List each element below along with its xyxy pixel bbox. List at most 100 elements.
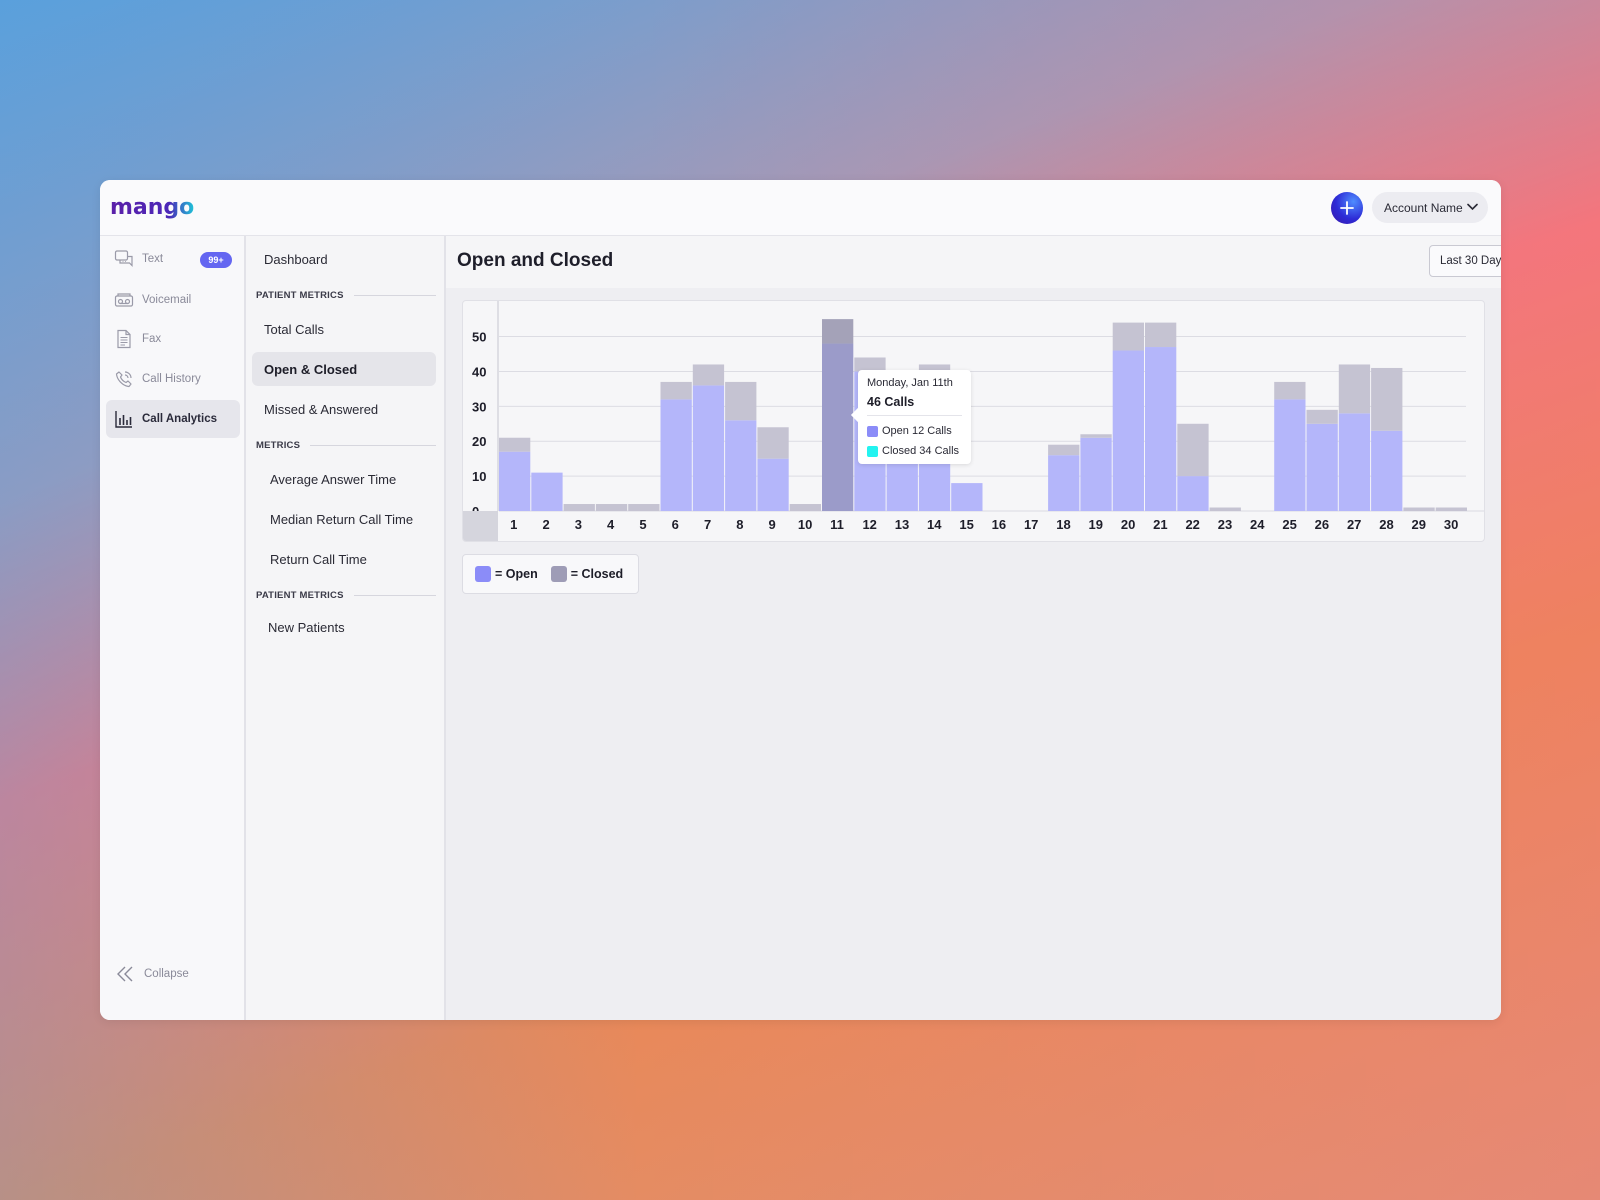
rail-item-label: Fax — [142, 333, 162, 345]
svg-text:mango: mango — [110, 195, 194, 220]
subnav-item-new-patients[interactable]: New Patients — [252, 610, 436, 644]
x-tick-label: 26 — [1315, 517, 1329, 532]
bar-open-27 — [1338, 413, 1371, 511]
subnav-item-label: Median Return Call Time — [270, 511, 414, 527]
bar-closed-10 — [789, 504, 821, 511]
rail-item-call-analytics[interactable]: Call Analytics — [106, 400, 240, 438]
date-range-value: Last 30 Days — [1440, 255, 1501, 267]
collapse-label: Collapse — [144, 968, 189, 980]
tooltip-divider — [867, 415, 962, 416]
fax-document-icon — [117, 329, 131, 349]
subnav-item-missed-answered[interactable]: Missed & Answered — [252, 392, 436, 426]
bar-closed-9 — [757, 427, 789, 459]
tooltip-date: Monday, Jan 11th — [867, 377, 953, 389]
tooltip-closed-swatch — [867, 445, 878, 457]
subnav-item-label: Average Answer Time — [270, 471, 397, 487]
legend-item-closed: = Closed — [550, 566, 623, 582]
rail-item-label: Call History — [142, 373, 201, 385]
bar-closed-29 — [1403, 507, 1435, 511]
icon-rail: Text 99+ Voicemail Fax Call History Call… — [100, 236, 246, 1020]
bar-open-18 — [1048, 455, 1080, 511]
subnav-item-label: Open & Closed — [264, 361, 358, 377]
plus-icon — [1340, 201, 1354, 215]
new-item-button[interactable] — [1331, 192, 1363, 224]
mango-logo: mango — [110, 195, 194, 220]
rail-item-label: Voicemail — [142, 294, 192, 306]
x-tick-label: 5 — [639, 517, 646, 532]
subnav-item-dashboard[interactable]: Dashboard — [252, 242, 436, 276]
subnav-item-return-call-time[interactable]: Return Call Time — [252, 542, 436, 576]
subnav-item-total-calls[interactable]: Total Calls — [252, 312, 436, 346]
section-heading-patient-metrics-2: PATIENT METRICS — [256, 588, 436, 602]
x-tick-label: 2 — [542, 517, 549, 532]
tooltip-open-label: Open 12 Calls — [882, 425, 952, 437]
bar-closed-21 — [1145, 322, 1177, 348]
axis-corner — [463, 511, 498, 541]
rail-item-voicemail[interactable]: Voicemail — [106, 281, 240, 319]
y-tick-label: 40 — [472, 364, 486, 379]
rail-item-call-history[interactable]: Call History — [106, 360, 240, 398]
x-tick-label: 8 — [736, 517, 743, 532]
date-range-select[interactable]: Last 30 Days — [1429, 245, 1501, 277]
subnav-item-label: Total Calls — [264, 321, 324, 337]
bar-closed-26 — [1306, 409, 1338, 424]
subnav-item-label: Missed & Answered — [264, 401, 379, 417]
subnav-item-label: Dashboard — [264, 251, 328, 267]
account-menu-button[interactable]: Account Name — [1372, 192, 1488, 223]
collapse-button[interactable]: Collapse — [116, 964, 189, 984]
subnav-item-median-return-call-time[interactable]: Median Return Call Time — [252, 502, 436, 536]
x-tick-label: 21 — [1153, 517, 1167, 532]
section-heading-patient-metrics: PATIENT METRICS — [256, 288, 436, 302]
y-tick-label: 30 — [472, 399, 486, 414]
legend-open-label: = Open — [495, 567, 538, 581]
x-tick-label: 3 — [575, 517, 582, 532]
y-tick-label: 20 — [472, 434, 486, 449]
open-closed-chart-card: 0102030405012345678910111213141516171819… — [462, 300, 1485, 542]
legend-item-open: = Open — [475, 566, 538, 582]
unread-badge: 99+ — [200, 252, 232, 268]
x-tick-label: 24 — [1250, 517, 1265, 532]
y-tick-label: 10 — [472, 469, 486, 484]
bar-open-8 — [725, 420, 757, 511]
subnav-item-average-answer-time[interactable]: Average Answer Time — [252, 462, 436, 496]
tooltip-row-closed: Closed 34 Calls — [867, 441, 962, 461]
x-tick-label: 12 — [862, 517, 876, 532]
rail-item-text[interactable]: Text 99+ — [106, 240, 240, 278]
bar-closed-3 — [563, 504, 595, 511]
x-tick-label: 22 — [1185, 517, 1199, 532]
main-header: Open and Closed Last 30 Days — [446, 236, 1501, 288]
bar-closed-22 — [1177, 423, 1209, 477]
x-tick-label: 16 — [992, 517, 1006, 532]
bar-closed-6 — [660, 381, 692, 400]
bar-closed-28 — [1371, 367, 1403, 431]
double-chevron-left-icon — [117, 966, 133, 982]
bar-open-7 — [692, 385, 725, 511]
bar-open-22 — [1177, 476, 1209, 511]
bar-closed-1 — [499, 437, 531, 452]
x-tick-label: 19 — [1089, 517, 1103, 532]
x-tick-label: 29 — [1412, 517, 1426, 532]
page-title: Open and Closed — [457, 250, 614, 271]
bar-open-9 — [757, 458, 789, 511]
bar-closed-23 — [1209, 507, 1241, 511]
tooltip-row-open: Open 12 Calls — [867, 421, 962, 441]
x-tick-label: 9 — [769, 517, 776, 532]
tooltip-closed-label: Closed 34 Calls — [882, 445, 960, 457]
legend-open-swatch — [475, 566, 491, 582]
bar-closed-8 — [725, 381, 757, 421]
section-heading-metrics: METRICS — [256, 438, 436, 452]
y-tick-label: 50 — [472, 330, 486, 345]
bar-open-21 — [1145, 347, 1177, 511]
bar-closed-19 — [1080, 434, 1112, 438]
rail-item-fax[interactable]: Fax — [106, 320, 240, 358]
bar-open-6 — [660, 399, 692, 511]
phone-history-icon — [115, 371, 132, 388]
x-tick-label: 30 — [1444, 517, 1458, 532]
bar-closed-30 — [1435, 507, 1467, 511]
x-tick-label: 23 — [1218, 517, 1232, 532]
top-bar: mango Account Name — [100, 180, 1501, 236]
bar-closed-5 — [628, 504, 660, 511]
x-tick-label: 18 — [1056, 517, 1070, 532]
subnav-item-open-closed[interactable]: Open & Closed — [252, 352, 436, 386]
bar-open-20 — [1112, 350, 1144, 511]
